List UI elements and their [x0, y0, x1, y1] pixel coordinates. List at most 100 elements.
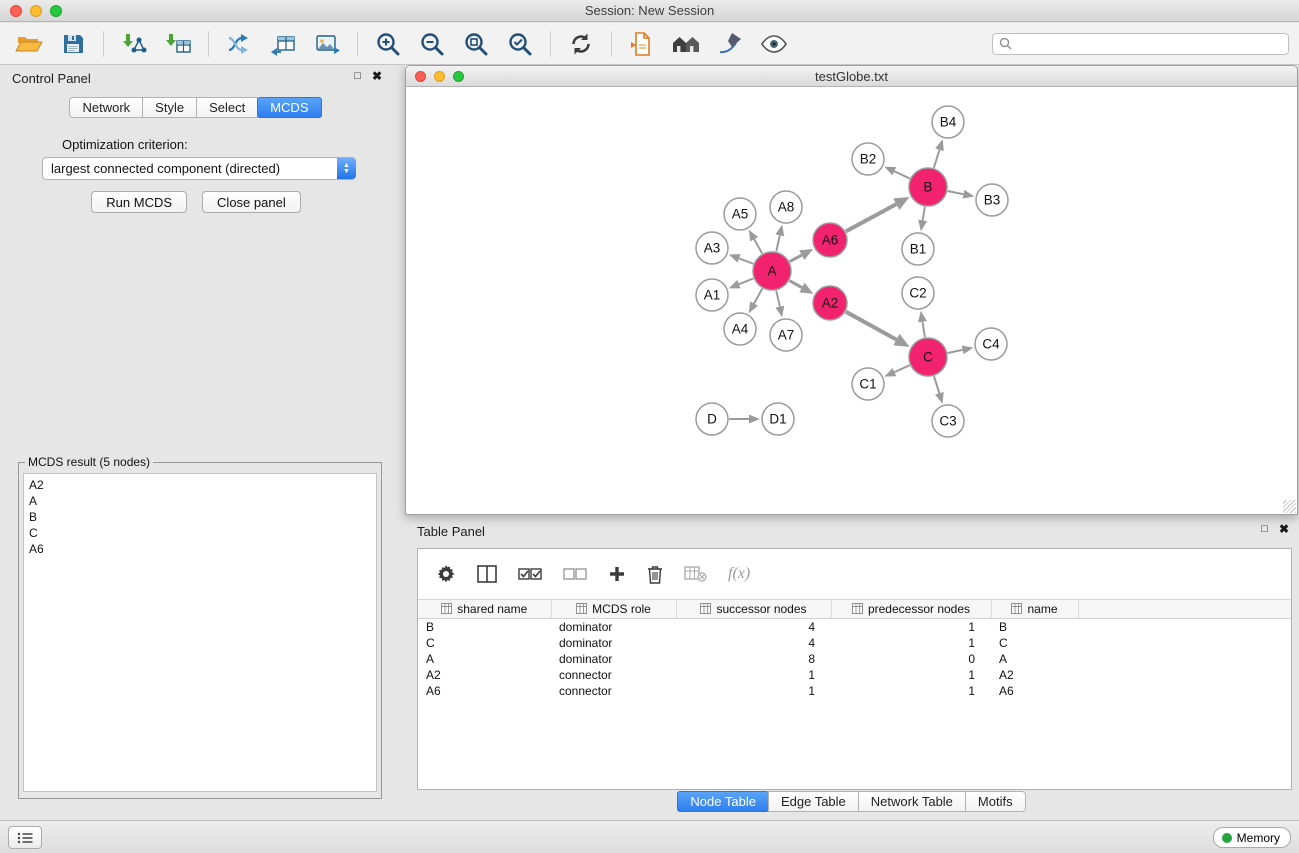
network-edge-B-B1[interactable] — [923, 207, 925, 221]
network-node-B1[interactable]: B1 — [902, 233, 934, 265]
network-node-C1[interactable]: C1 — [852, 368, 884, 400]
network-node-A8[interactable]: A8 — [770, 191, 802, 223]
table-cell[interactable]: 8 — [676, 651, 831, 667]
tab-node-table[interactable]: Node Table — [677, 791, 769, 812]
tab-motifs[interactable]: Motifs — [965, 791, 1026, 812]
table-cell[interactable]: 1 — [831, 683, 991, 699]
network-node-A2[interactable]: A2 — [813, 286, 847, 320]
network-edge-A-A8[interactable] — [776, 235, 780, 251]
network-edge-A-A1[interactable] — [739, 278, 754, 284]
tab-style[interactable]: Style — [142, 97, 197, 118]
gear-icon[interactable] — [436, 564, 456, 584]
import-table-icon[interactable] — [159, 28, 197, 60]
resize-grip[interactable] — [1283, 500, 1296, 513]
network-edge-C-C2[interactable] — [922, 322, 924, 338]
tab-select[interactable]: Select — [196, 97, 258, 118]
table-cell[interactable]: A — [991, 651, 1078, 667]
table-cell[interactable]: dominator — [551, 651, 676, 667]
network-edge-C-C3[interactable] — [934, 376, 939, 393]
import-network-icon[interactable] — [115, 28, 153, 60]
close-panel-button[interactable]: Close panel — [202, 191, 301, 213]
table-row[interactable]: Cdominator41C — [418, 635, 1291, 651]
column-header-MCDS-role[interactable]: MCDS role — [551, 600, 676, 619]
deselect-all-icon[interactable] — [563, 567, 587, 581]
mcds-result-list[interactable]: A2ABCA6 — [23, 473, 377, 792]
tab-network-table[interactable]: Network Table — [858, 791, 966, 812]
network-node-B4[interactable]: B4 — [932, 106, 964, 138]
network-edge-A2-C[interactable] — [846, 312, 897, 340]
network-edge-A-A2[interactable] — [790, 281, 802, 288]
zoom-fit-icon[interactable] — [457, 28, 495, 60]
table-cell[interactable]: A6 — [991, 683, 1078, 699]
network-node-A7[interactable]: A7 — [770, 319, 802, 351]
table-cell[interactable]: 1 — [676, 667, 831, 683]
new-table-icon[interactable] — [264, 28, 302, 60]
export-image-icon[interactable] — [308, 28, 346, 60]
close-table-panel-icon[interactable]: ✖ — [1279, 523, 1289, 535]
add-column-icon[interactable] — [608, 565, 626, 583]
search-input[interactable] — [1017, 37, 1282, 51]
table-cell[interactable]: C — [418, 635, 551, 651]
network-node-A6[interactable]: A6 — [813, 223, 847, 257]
columns-icon[interactable] — [477, 565, 497, 583]
delete-table-icon[interactable] — [684, 566, 707, 582]
zoom-in-icon[interactable] — [369, 28, 407, 60]
table-cell[interactable]: B — [418, 619, 551, 635]
network-node-B3[interactable]: B3 — [976, 184, 1008, 216]
network-edge-C-C1[interactable] — [894, 365, 909, 372]
tab-network[interactable]: Network — [69, 97, 143, 118]
float-panel-icon[interactable]: □ — [354, 70, 361, 82]
select-all-icon[interactable] — [518, 567, 542, 581]
table-cell[interactable]: 1 — [831, 619, 991, 635]
network-edge-B-B4[interactable] — [934, 150, 940, 168]
mcds-result-item[interactable]: C — [29, 525, 371, 541]
memory-button[interactable]: Memory — [1213, 827, 1291, 848]
mcds-result-item[interactable]: B — [29, 509, 371, 525]
network-node-A5[interactable]: A5 — [724, 198, 756, 230]
run-mcds-button[interactable]: Run MCDS — [91, 191, 187, 213]
network-node-C[interactable]: C — [909, 338, 947, 376]
table-cell[interactable]: A2 — [418, 667, 551, 683]
mcds-result-item[interactable]: A2 — [29, 477, 371, 493]
network-node-C2[interactable]: C2 — [902, 277, 934, 309]
table-cell[interactable]: B — [991, 619, 1078, 635]
network-edge-A-A7[interactable] — [776, 291, 780, 307]
network-node-A4[interactable]: A4 — [724, 313, 756, 345]
column-header-shared-name[interactable]: shared name — [418, 600, 551, 619]
table-cell[interactable]: 1 — [831, 635, 991, 651]
refresh-layout-icon[interactable] — [562, 28, 600, 60]
table-row[interactable]: Adominator80A — [418, 651, 1291, 667]
table-cell[interactable]: 0 — [831, 651, 991, 667]
eye-icon[interactable] — [755, 28, 793, 60]
zoom-selected-icon[interactable] — [501, 28, 539, 60]
table-cell[interactable]: 4 — [676, 619, 831, 635]
new-network-icon[interactable] — [220, 28, 258, 60]
network-edge-A-A3[interactable] — [739, 258, 753, 263]
table-cell[interactable]: connector — [551, 683, 676, 699]
table-row[interactable]: Bdominator41B — [418, 619, 1291, 635]
network-edge-A-A4[interactable] — [754, 289, 762, 304]
first-neighbors-icon[interactable] — [667, 28, 705, 60]
network-node-D[interactable]: D — [696, 403, 728, 435]
function-builder-icon[interactable]: f(x) — [728, 565, 750, 583]
network-node-C4[interactable]: C4 — [975, 328, 1007, 360]
table-cell[interactable]: dominator — [551, 619, 676, 635]
open-document-icon[interactable] — [623, 28, 661, 60]
table-cell[interactable]: 1 — [831, 667, 991, 683]
network-node-B2[interactable]: B2 — [852, 143, 884, 175]
table-cell[interactable]: connector — [551, 667, 676, 683]
table-cell[interactable]: dominator — [551, 635, 676, 651]
network-node-A3[interactable]: A3 — [696, 232, 728, 264]
network-node-A1[interactable]: A1 — [696, 279, 728, 311]
mcds-result-item[interactable]: A6 — [29, 541, 371, 557]
network-edge-B-B2[interactable] — [894, 171, 910, 178]
table-cell[interactable]: A6 — [418, 683, 551, 699]
task-history-icon[interactable] — [8, 826, 42, 849]
annotation-pen-icon[interactable] — [711, 28, 749, 60]
table-cell[interactable]: C — [991, 635, 1078, 651]
table-cell[interactable]: A2 — [991, 667, 1078, 683]
column-header-successor-nodes[interactable]: successor nodes — [676, 600, 831, 619]
zoom-out-icon[interactable] — [413, 28, 451, 60]
network-edge-A-A6[interactable] — [790, 255, 802, 261]
table-row[interactable]: A2connector11A2 — [418, 667, 1291, 683]
